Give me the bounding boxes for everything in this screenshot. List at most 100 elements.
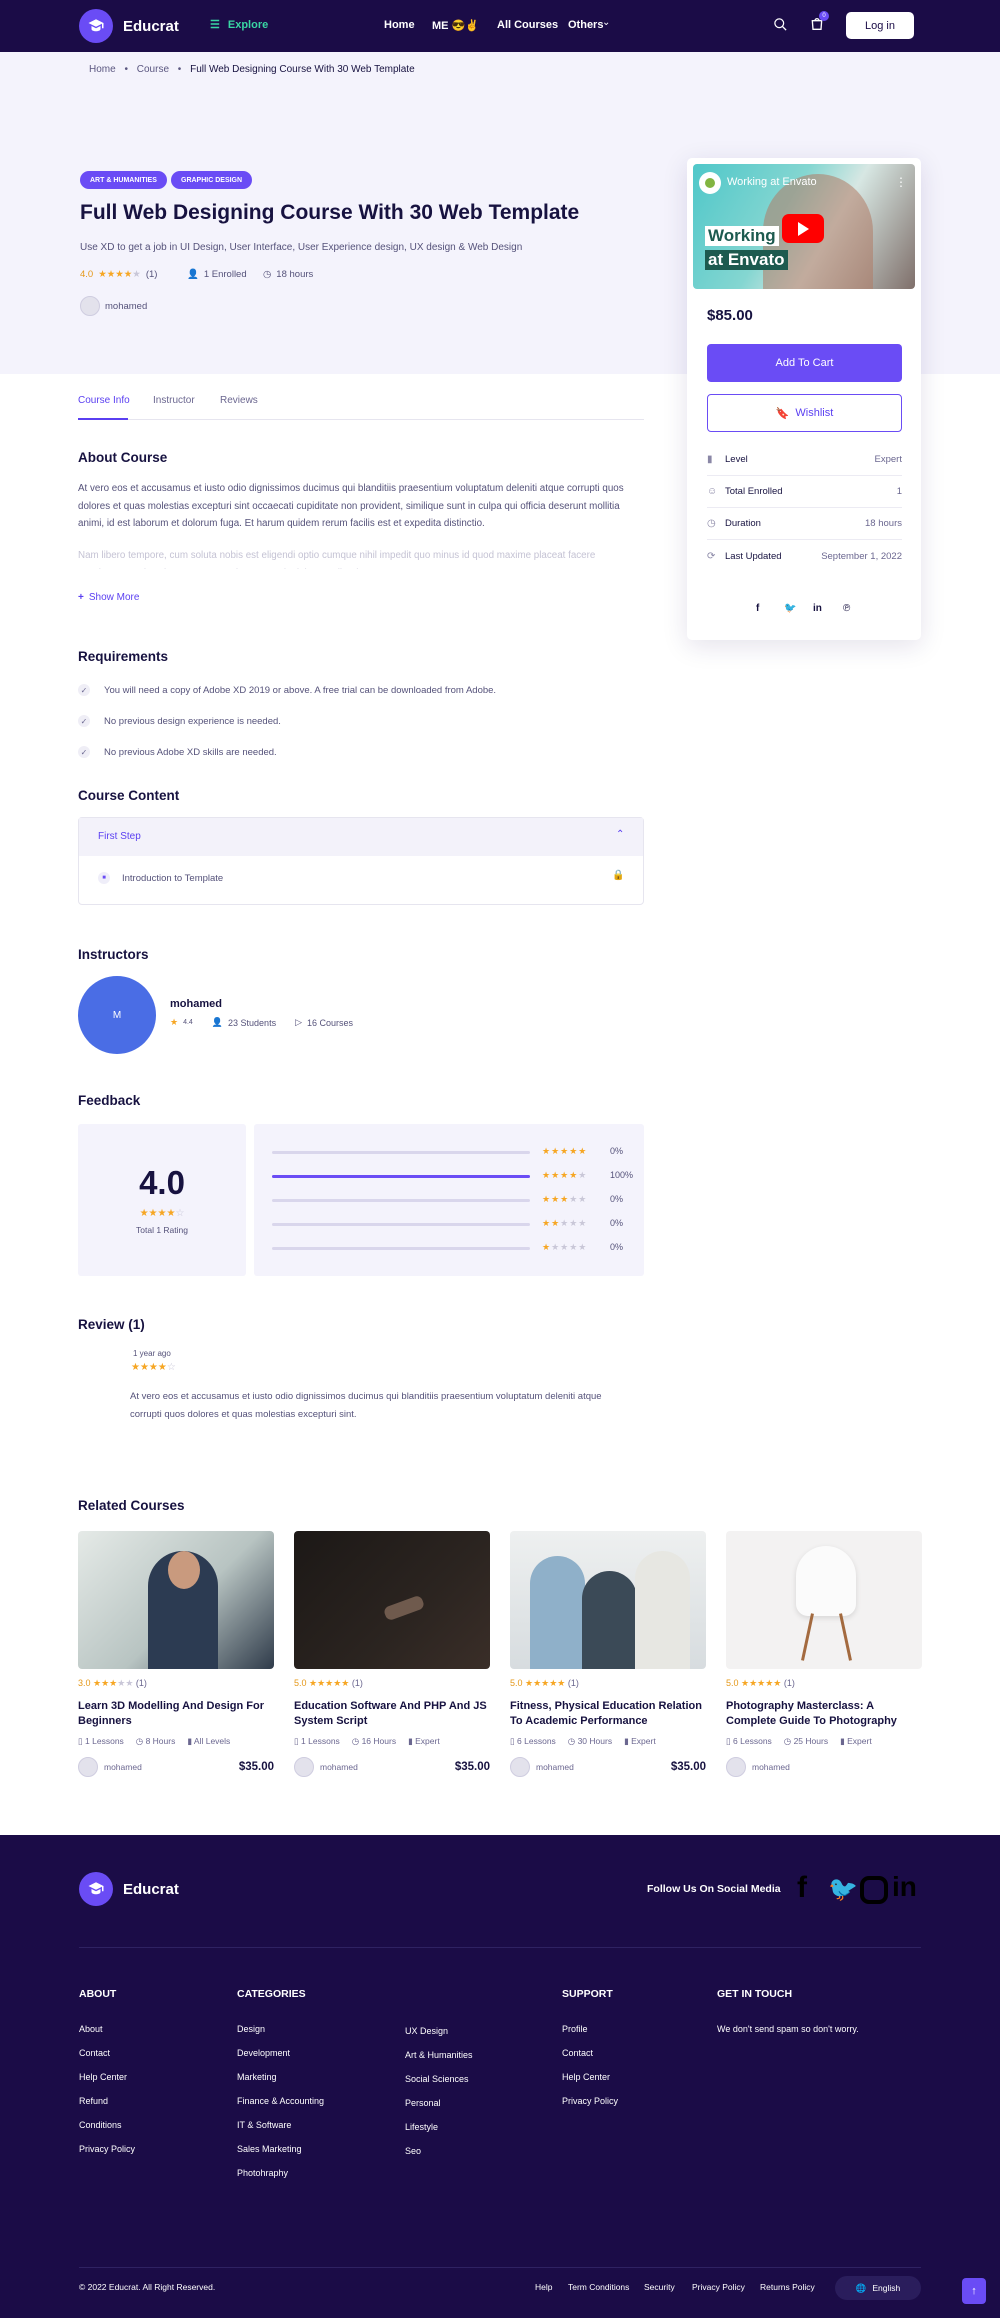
footer-link[interactable]: About [79,2024,103,2034]
category-badge-art[interactable]: ART & HUMANITIES [80,171,167,189]
footer-link[interactable]: Refund [79,2096,108,2106]
twitter-icon[interactable]: 🐦 [828,1875,858,1904]
lesson-item[interactable]: ■ Introduction to Template [98,872,223,884]
footer-link[interactable]: Marketing [237,2072,277,2082]
stars-icon: ★★★★★ [93,1678,134,1688]
footer-link[interactable]: Personal [405,2098,441,2108]
language-selector[interactable]: 🌐 English [835,2276,921,2300]
footer-link[interactable]: IT & Software [237,2120,291,2130]
footer-brand-name: Educrat [123,1880,179,1898]
tab-course-info[interactable]: Course Info [78,395,130,406]
facebook-icon[interactable]: f [797,1871,807,1905]
footer-link[interactable]: Contact [562,2048,593,2058]
explore-label: Explore [227,18,269,31]
breadcrumb-home[interactable]: Home [89,64,116,75]
course-title[interactable]: Learn 3D Modelling And Design For Beginn… [78,1699,274,1729]
add-to-cart-button[interactable]: Add To Cart [707,344,902,382]
footer-link[interactable]: Sales Marketing [237,2144,302,2154]
footer-bottom-link[interactable]: Privacy Policy [692,2282,745,2292]
tab-instructor[interactable]: Instructor [153,395,195,406]
footer-bottom-link[interactable]: Security [644,2282,675,2292]
footer-link[interactable]: Help Center [79,2072,127,2082]
more-vertical-icon[interactable]: ⋮ [895,175,907,189]
footer-brand-logo[interactable]: Educrat [79,1872,179,1906]
footer-link[interactable]: Design [237,2024,265,2034]
level: Expert [631,1736,656,1746]
info-value: September 1, 2022 [821,550,902,562]
footer-link[interactable]: Privacy Policy [79,2144,135,2154]
cart-icon[interactable]: 0 [809,11,829,37]
tab-reviews[interactable]: Reviews [220,395,258,406]
course-preview-video[interactable]: Working at Envato ⋮ Working at Envato [693,164,915,289]
nav-others[interactable]: Others [568,19,603,31]
footer-link[interactable]: Lifestyle [405,2122,438,2132]
footer-link[interactable]: Seo [405,2146,421,2156]
thumbnail-person [582,1571,637,1669]
footer-bottom-link[interactable]: Term Conditions [568,2282,629,2292]
rating-percent: 0% [610,1242,624,1252]
footer-link[interactable]: UX Design [405,2026,448,2036]
nav-all-courses[interactable]: All Courses [497,19,558,31]
course-title[interactable]: Fitness, Physical Education Relation To … [510,1699,706,1729]
language-label: English [872,2283,901,2293]
lessons-icon: ▯ 1 Lessons [78,1736,124,1746]
footer-link[interactable]: Contact [79,2048,110,2058]
author-name: mohamed [105,300,148,312]
facebook-icon[interactable]: f [756,603,759,614]
search-icon[interactable] [773,17,788,37]
wishlist-button[interactable]: 🔖 Wishlist [707,394,902,432]
explore-menu[interactable]: ☰ Explore [210,18,269,32]
lessons-icon: ▯ 1 Lessons [294,1736,340,1746]
course-title[interactable]: Education Software And PHP And JS System… [294,1699,490,1729]
rating-value: 3.0 [78,1678,91,1688]
footer-bottom-link[interactable]: Returns Policy [760,2282,815,2292]
nav-home[interactable]: Home [384,19,415,31]
footer-link[interactable]: Conditions [79,2120,122,2130]
brand-logo[interactable]: Educrat [79,9,179,43]
instagram-icon[interactable] [860,1876,888,1904]
footer-bottom-link[interactable]: Help [535,2282,552,2292]
chevron-up-icon: ⌃ [616,829,625,840]
pinterest-icon[interactable]: ℗ [843,603,850,614]
show-more-button[interactable]: + Show More [78,592,139,603]
accordion-section-header[interactable]: First Step ⌃ [79,818,643,856]
login-button[interactable]: Log in [846,12,914,39]
footer-link[interactable]: Development [237,2048,290,2058]
refresh-icon: ⟳ [707,550,716,562]
avatar [78,1757,98,1777]
course-author[interactable]: mohamed [80,296,147,316]
footer-link[interactable]: Art & Humanities [405,2050,473,2060]
clock-icon: ◷ 8 Hours [135,1736,176,1746]
thumbnail-chair-leg [839,1613,852,1661]
footer-link[interactable]: Profile [562,2024,588,2034]
course-thumbnail[interactable] [726,1531,922,1669]
twitter-icon[interactable]: 🐦 [784,603,796,614]
instructors-heading: Instructors [78,947,149,962]
course-footer: mohamed [726,1756,922,1778]
footer-link[interactable]: Help Center [562,2072,610,2082]
footer-link[interactable]: Finance & Accounting [237,2096,324,2106]
play-icon[interactable] [782,214,824,243]
footer-link[interactable]: Social Sciences [405,2074,469,2084]
linkedin-icon[interactable]: in [892,1871,917,1903]
rating-count: (1) [567,1678,579,1688]
linkedin-icon[interactable]: in [813,603,822,614]
instructor-name[interactable]: mohamed [170,998,222,1010]
nav-me[interactable]: ME 😎✌ [432,19,479,32]
course-thumbnail[interactable] [510,1531,706,1669]
course-thumbnail[interactable] [78,1531,274,1669]
footer-link[interactable]: Photohraphy [237,2168,288,2178]
author: mohamed [536,1762,574,1772]
course-content-heading: Course Content [78,788,180,803]
rating-bar-4 [272,1175,530,1178]
category-badge-graphic[interactable]: GRAPHIC DESIGN [171,171,253,189]
stars-icon: ★★★★☆ [139,1208,185,1219]
footer-link[interactable]: Privacy Policy [562,2096,618,2106]
course-title[interactable]: Photography Masterclass: A Complete Guid… [726,1699,922,1729]
course-thumbnail[interactable] [294,1531,490,1669]
instructor-avatar[interactable]: M [78,976,156,1054]
breadcrumb-course[interactable]: Course [137,64,169,75]
scroll-to-top-button[interactable]: ↑ [962,2278,986,2304]
rating-count: (1) [351,1678,363,1688]
requirement-item: ✓ No previous design experience is needed… [78,715,281,727]
